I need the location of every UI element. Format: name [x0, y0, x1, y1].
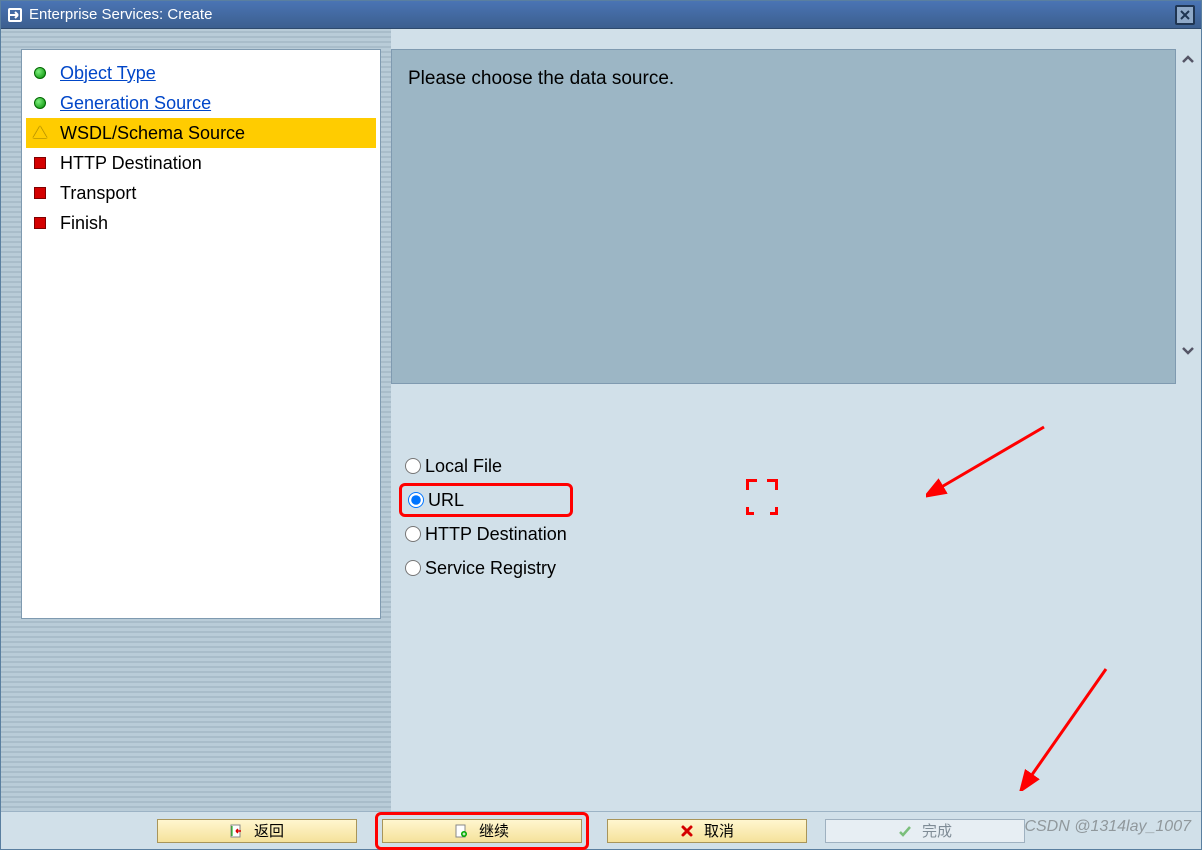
annotation-arrow: [926, 419, 1056, 509]
status-complete-icon: [32, 95, 48, 111]
window-icon: [7, 7, 23, 23]
button-label: 继续: [479, 820, 509, 841]
annotation-highlight: 继续: [375, 812, 589, 850]
option-service-registry[interactable]: Service Registry: [399, 551, 573, 585]
status-complete-icon: [32, 65, 48, 81]
button-label: 返回: [254, 820, 284, 841]
step-label: WSDL/Schema Source: [60, 123, 245, 144]
button-label: 完成: [922, 820, 952, 841]
annotation-arrow: [1011, 661, 1121, 791]
cancel-icon: [680, 824, 694, 838]
status-pending-icon: [32, 215, 48, 231]
chevron-down-icon: [1180, 342, 1196, 358]
step-object-type[interactable]: Object Type: [26, 58, 376, 88]
radio-local-file[interactable]: [405, 458, 421, 474]
status-pending-icon: [32, 185, 48, 201]
window-title: Enterprise Services: Create: [29, 6, 1175, 23]
finish-button: 完成: [825, 819, 1025, 843]
info-message: Please choose the data source.: [408, 68, 674, 89]
continue-button[interactable]: 继续: [382, 819, 582, 843]
chevron-up-icon: [1180, 52, 1196, 68]
option-url[interactable]: URL: [399, 483, 573, 517]
page-next-icon: [455, 824, 469, 838]
back-button[interactable]: 返回: [157, 819, 357, 843]
status-current-icon: [32, 125, 48, 141]
option-local-file[interactable]: Local File: [399, 449, 573, 483]
close-icon: [1179, 9, 1191, 21]
right-pane: Please choose the data source. Local Fil…: [391, 29, 1201, 811]
step-generation-source[interactable]: Generation Source: [26, 88, 376, 118]
option-label: Local File: [425, 456, 502, 477]
step-label: Generation Source: [60, 93, 211, 114]
step-label: Finish: [60, 213, 108, 234]
annotation-bracket: [746, 479, 778, 515]
footer-buttons: 返回 继续 取消 完成: [1, 811, 1201, 849]
button-label: 取消: [704, 820, 734, 841]
option-label: Service Registry: [425, 558, 556, 579]
step-http-destination[interactable]: HTTP Destination: [26, 148, 376, 178]
radio-http-destination[interactable]: [405, 526, 421, 542]
source-option-group: Local File URL HTTP Destination Service …: [399, 449, 573, 585]
info-panel: Please choose the data source.: [391, 49, 1176, 384]
step-label: Object Type: [60, 63, 156, 84]
wizard-steps: Object Type Generation Source WSDL/Schem…: [21, 49, 381, 619]
left-pane: Object Type Generation Source WSDL/Schem…: [1, 29, 391, 811]
dialog-window: Enterprise Services: Create Object Type …: [0, 0, 1202, 850]
scroll-up-button[interactable]: [1179, 51, 1197, 69]
step-finish[interactable]: Finish: [26, 208, 376, 238]
dialog-body: Object Type Generation Source WSDL/Schem…: [1, 29, 1201, 811]
step-label: HTTP Destination: [60, 153, 202, 174]
step-wsdl-schema-source[interactable]: WSDL/Schema Source: [26, 118, 376, 148]
close-button[interactable]: [1175, 5, 1195, 25]
option-label: HTTP Destination: [425, 524, 567, 545]
option-http-destination[interactable]: HTTP Destination: [399, 517, 573, 551]
radio-url[interactable]: [408, 492, 424, 508]
watermark: CSDN @1314lay_1007: [1024, 818, 1191, 836]
finish-icon: [898, 824, 912, 838]
status-pending-icon: [32, 155, 48, 171]
titlebar: Enterprise Services: Create: [1, 1, 1201, 29]
step-transport[interactable]: Transport: [26, 178, 376, 208]
page-back-icon: [230, 824, 244, 838]
option-label: URL: [428, 490, 464, 511]
step-label: Transport: [60, 183, 136, 204]
cancel-button[interactable]: 取消: [607, 819, 807, 843]
radio-service-registry[interactable]: [405, 560, 421, 576]
scroll-down-button[interactable]: [1179, 341, 1197, 359]
